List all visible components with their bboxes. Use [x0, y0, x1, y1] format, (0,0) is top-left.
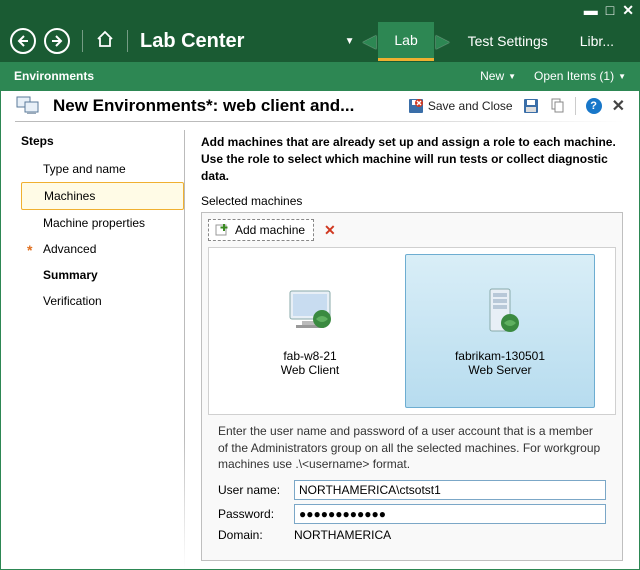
save-and-close-button[interactable]: Save and Close	[408, 98, 513, 114]
step-advanced[interactable]: Advanced	[21, 236, 184, 262]
open-items-dropdown[interactable]: Open Items (1) ▼	[534, 69, 626, 83]
close-dialog-button[interactable]: ✕	[612, 96, 625, 116]
tab-library[interactable]: Libr...	[564, 23, 630, 59]
machine-name: fab-w8-21	[283, 349, 336, 363]
password-label: Password:	[218, 507, 294, 521]
tab-lab[interactable]: Lab	[378, 22, 433, 61]
divider	[82, 30, 83, 52]
nav-tabs: ◀ Lab ▶ Test Settings Libr...	[361, 22, 630, 61]
forward-button[interactable]	[44, 28, 70, 54]
step-type-and-name[interactable]: Type and name	[21, 156, 184, 182]
step-verification[interactable]: Verification	[21, 288, 184, 314]
steps-panel: Steps Type and name Machines Machine pro…	[1, 122, 184, 569]
machine-name: fabrikam-130501	[455, 349, 545, 363]
top-nav: Lab Center ▼ ◀ Lab ▶ Test Settings Libr.…	[0, 20, 640, 62]
username-input[interactable]	[294, 480, 606, 500]
environment-icon	[15, 92, 43, 120]
save-close-icon	[408, 98, 424, 114]
dialog-header: New Environments*: web client and... Sav…	[1, 91, 639, 121]
remove-machine-button[interactable]: ✕	[324, 222, 336, 239]
subnav-environments[interactable]: Environments	[14, 69, 94, 83]
machines-box: Add machine ✕ fab-w8-2	[201, 212, 623, 561]
sub-nav: Environments New ▼ Open Items (1) ▼	[0, 62, 640, 90]
back-button[interactable]	[10, 28, 36, 54]
credentials-help: Enter the user name and password of a us…	[218, 423, 606, 472]
home-button[interactable]	[95, 29, 115, 54]
machines-toolbar: Add machine ✕	[208, 219, 616, 241]
maximize-button[interactable]: □	[606, 2, 614, 18]
username-label: User name:	[218, 483, 294, 497]
minimize-button[interactable]: ▬	[584, 2, 598, 18]
tab-test-settings[interactable]: Test Settings	[452, 23, 564, 59]
divider	[127, 30, 128, 52]
step-machines[interactable]: Machines	[21, 182, 184, 210]
main-panel: Add machines that are already set up and…	[185, 122, 639, 569]
nav-icons	[10, 28, 132, 54]
app-title: Lab Center	[140, 30, 244, 53]
server-icon	[470, 285, 530, 341]
window-titlebar: ▬ □ ✕	[0, 0, 640, 20]
divider	[575, 97, 576, 115]
machine-card-client[interactable]: fab-w8-21 Web Client	[215, 254, 405, 408]
add-machine-button[interactable]: Add machine	[208, 219, 314, 241]
machine-card-server[interactable]: fabrikam-130501 Web Server	[405, 254, 595, 408]
caret-down-icon: ▼	[618, 72, 626, 81]
dialog: New Environments*: web client and... Sav…	[0, 90, 640, 570]
save-button[interactable]	[523, 98, 539, 114]
password-input[interactable]	[294, 504, 606, 524]
help-button[interactable]: ?	[586, 98, 602, 114]
new-dropdown[interactable]: New ▼	[480, 69, 516, 83]
step-machine-properties[interactable]: Machine properties	[21, 210, 184, 236]
machines-grid: fab-w8-21 Web Client fabrikam-130501	[208, 247, 616, 415]
domain-value: NORTHAMERICA	[294, 528, 391, 542]
instructions-text: Add machines that are already set up and…	[201, 134, 623, 184]
chevron-left-icon[interactable]: ◀	[363, 31, 377, 52]
copy-button[interactable]	[549, 98, 565, 114]
selected-machines-label: Selected machines	[201, 194, 623, 208]
domain-label: Domain:	[218, 528, 294, 542]
steps-title: Steps	[21, 134, 184, 148]
dialog-title: New Environments*: web client and...	[53, 96, 354, 116]
machine-role: Web Client	[281, 363, 339, 377]
dialog-body: Steps Type and name Machines Machine pro…	[1, 122, 639, 569]
machine-role: Web Server	[468, 363, 531, 377]
plus-icon	[215, 223, 229, 237]
step-summary[interactable]: Summary	[21, 262, 184, 288]
window-close-button[interactable]: ✕	[622, 2, 634, 19]
title-dropdown-icon[interactable]: ▼	[345, 36, 355, 47]
caret-down-icon: ▼	[508, 72, 516, 81]
chevron-right-icon[interactable]: ▶	[436, 31, 450, 52]
credentials-section: Enter the user name and password of a us…	[208, 415, 616, 554]
client-computer-icon	[280, 285, 340, 341]
